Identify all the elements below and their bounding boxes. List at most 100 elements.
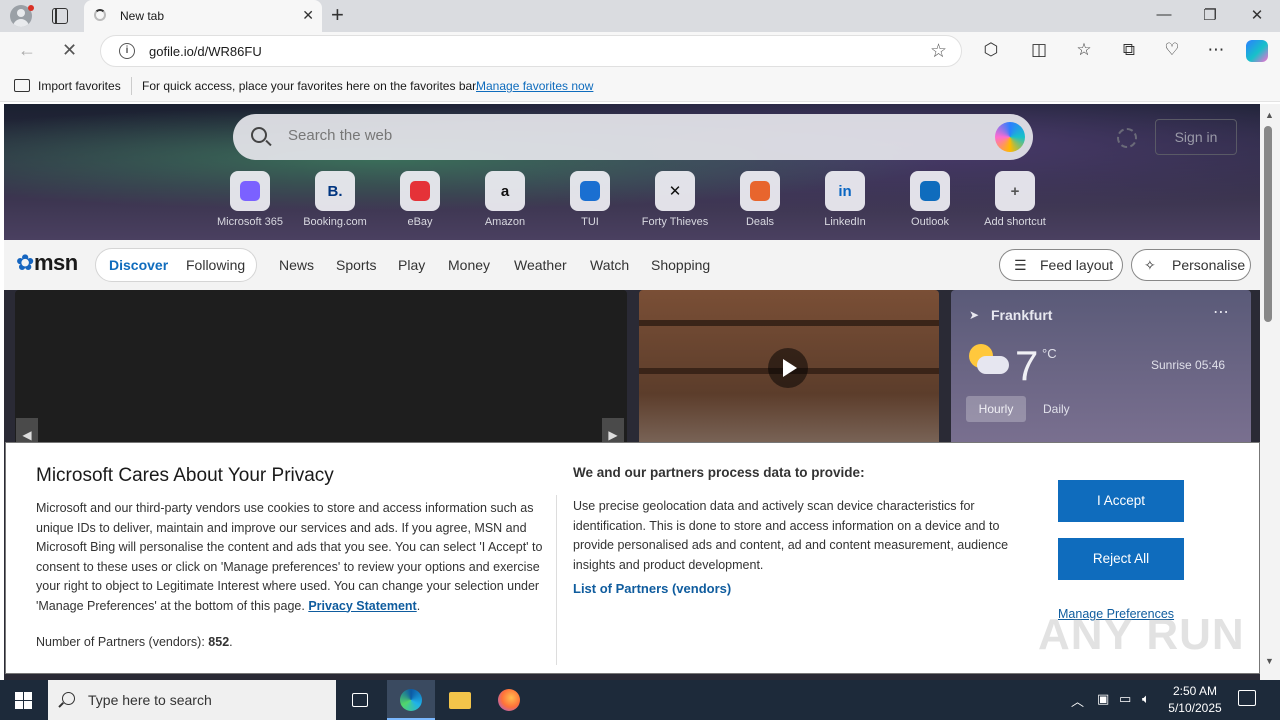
copilot-search-icon[interactable] <box>995 122 1025 152</box>
taskbar-search[interactable]: Type here to search <box>48 680 336 720</box>
browser-essentials-icon[interactable]: ♡ <box>1161 40 1183 60</box>
weather-location[interactable]: Frankfurt <box>991 307 1052 323</box>
tab-close-icon[interactable]: ✕ <box>302 7 314 24</box>
nav-weather[interactable]: Weather <box>514 257 567 273</box>
folder-icon <box>449 692 471 709</box>
shortcut-microsoft-365[interactable]: Microsoft 365 <box>205 171 295 228</box>
purposes-heading: We and our partners process data to prov… <box>573 465 865 480</box>
copilot-icon[interactable] <box>1246 40 1268 62</box>
task-view-icon <box>352 693 368 707</box>
notification-dot <box>28 5 34 11</box>
image-detail <box>639 320 939 326</box>
extensions-icon[interactable]: ⬡ <box>980 40 1002 60</box>
close-window-button[interactable]: ✕ <box>1245 6 1269 24</box>
taskbar-file-explorer[interactable] <box>436 680 484 720</box>
system-clock[interactable]: 2:50 AM 5/10/2025 <box>1162 683 1228 717</box>
collections-icon[interactable]: ⧉ <box>1118 40 1140 60</box>
favorite-star-icon[interactable]: ☆ <box>930 40 947 63</box>
shortcut-logo <box>410 181 430 201</box>
split-screen-icon[interactable]: ◫ <box>1028 40 1050 60</box>
windows-start-icon[interactable] <box>15 692 32 709</box>
partly-cloudy-icon <box>967 342 1011 382</box>
shortcut-tui[interactable]: TUI <box>545 171 635 228</box>
web-search-box[interactable] <box>233 114 1033 160</box>
address-bar[interactable]: i gofile.io/d/WR86FU ☆ <box>100 35 962 67</box>
msn-bar: ✿msn Discover Following News Sports Play… <box>4 240 1260 290</box>
restore-button[interactable]: ❐ <box>1198 6 1222 24</box>
tray-device-icon[interactable]: ▣ <box>1097 691 1109 707</box>
address-url[interactable]: gofile.io/d/WR86FU <box>149 44 262 59</box>
more-menu-icon[interactable]: ⋯ <box>1205 40 1227 60</box>
notifications-icon[interactable] <box>1238 690 1256 706</box>
manage-favorites-link[interactable]: Manage favorites now <box>476 79 593 93</box>
divider <box>556 495 557 665</box>
shortcut-add-shortcut[interactable]: + Add shortcut <box>970 171 1060 228</box>
shortcut-icon: + <box>995 171 1035 211</box>
msn-logo[interactable]: ✿msn <box>16 250 78 276</box>
title-bar: New tab ✕ + — ❐ ✕ <box>0 0 1280 32</box>
personalise-button[interactable]: ✧ Personalise <box>1131 249 1251 281</box>
tab-discover[interactable]: Discover <box>109 257 168 273</box>
volume-icon[interactable]: 🔈︎ <box>1142 691 1150 707</box>
shortcut-deals[interactable]: Deals <box>715 171 805 228</box>
nav-shopping[interactable]: Shopping <box>651 257 710 273</box>
location-arrow-icon: ➤ <box>969 308 980 322</box>
import-favorites-icon[interactable] <box>14 79 30 92</box>
stop-loading-icon[interactable]: ✕ <box>62 40 77 61</box>
tab-daily[interactable]: Daily <box>1043 402 1070 416</box>
tab-title: New tab <box>120 9 165 23</box>
scroll-thumb[interactable] <box>1264 126 1272 322</box>
shortcut-ebay[interactable]: eBay <box>375 171 465 228</box>
shortcut-logo <box>750 181 770 201</box>
personalise-icon: ✧ <box>1144 257 1156 273</box>
task-view-button[interactable] <box>336 680 384 720</box>
nav-play[interactable]: Play <box>398 257 425 273</box>
back-icon[interactable]: ← <box>18 40 36 61</box>
shortcut-icon <box>740 171 780 211</box>
loading-spinner-icon <box>94 9 106 21</box>
tab-actions-icon[interactable] <box>52 8 68 24</box>
windows-taskbar: Type here to search ︿ ▣ ▭ 🔈︎ 2:50 AM 5/1… <box>0 680 1280 720</box>
shortcut-glyph: in <box>838 182 852 200</box>
search-input[interactable] <box>288 127 888 144</box>
tray-chevron-icon[interactable]: ︿ <box>1071 691 1084 710</box>
page-scrollbar[interactable]: ▲ ▼ <box>1260 104 1280 680</box>
scroll-down-icon[interactable]: ▼ <box>1265 656 1274 666</box>
privacy-statement-link[interactable]: Privacy Statement <box>308 599 416 613</box>
network-icon[interactable]: ▭ <box>1119 691 1131 707</box>
nav-money[interactable]: Money <box>448 257 490 273</box>
shortcut-amazon[interactable]: a Amazon <box>460 171 550 228</box>
scroll-up-icon[interactable]: ▲ <box>1265 110 1274 120</box>
favorites-icon[interactable]: ☆ <box>1073 40 1095 60</box>
minimize-button[interactable]: — <box>1152 6 1176 23</box>
tab-new-tab[interactable]: New tab ✕ <box>84 0 322 32</box>
shortcut-booking-com[interactable]: B. Booking.com <box>290 171 380 228</box>
weather-more-icon[interactable]: ⋯ <box>1213 302 1229 322</box>
shortcut-linkedin[interactable]: in LinkedIn <box>800 171 890 228</box>
shortcut-glyph: a <box>500 182 510 200</box>
import-favorites-button[interactable]: Import favorites <box>38 79 121 93</box>
sign-in-button[interactable]: Sign in <box>1155 119 1237 155</box>
shortcut-forty-thieves[interactable]: ✕ Forty Thieves <box>630 171 720 228</box>
reject-all-button[interactable]: Reject All <box>1058 538 1184 580</box>
nav-watch[interactable]: Watch <box>590 257 629 273</box>
shortcut-outlook[interactable]: Outlook <box>885 171 975 228</box>
tab-following[interactable]: Following <box>186 257 245 273</box>
tab-hourly[interactable]: Hourly <box>966 396 1026 422</box>
taskbar-edge[interactable] <box>387 680 435 720</box>
new-tab-button[interactable]: + <box>331 4 344 26</box>
search-icon <box>251 127 267 143</box>
nav-sports[interactable]: Sports <box>336 257 376 273</box>
firefox-icon <box>498 689 520 711</box>
shortcut-logo <box>920 181 940 201</box>
taskbar-firefox[interactable] <box>485 680 533 720</box>
feed-layout-button[interactable]: ☰ Feed layout <box>999 249 1123 281</box>
shortcut-label: Booking.com <box>303 216 367 228</box>
list-of-partners-link[interactable]: List of Partners (vendors) <box>573 581 731 596</box>
settings-gear-icon[interactable] <box>1117 128 1137 148</box>
shortcut-logo <box>240 181 260 201</box>
site-info-icon[interactable]: i <box>119 43 135 59</box>
play-icon[interactable] <box>768 348 808 388</box>
nav-news[interactable]: News <box>279 257 314 273</box>
accept-button[interactable]: I Accept <box>1058 480 1184 522</box>
